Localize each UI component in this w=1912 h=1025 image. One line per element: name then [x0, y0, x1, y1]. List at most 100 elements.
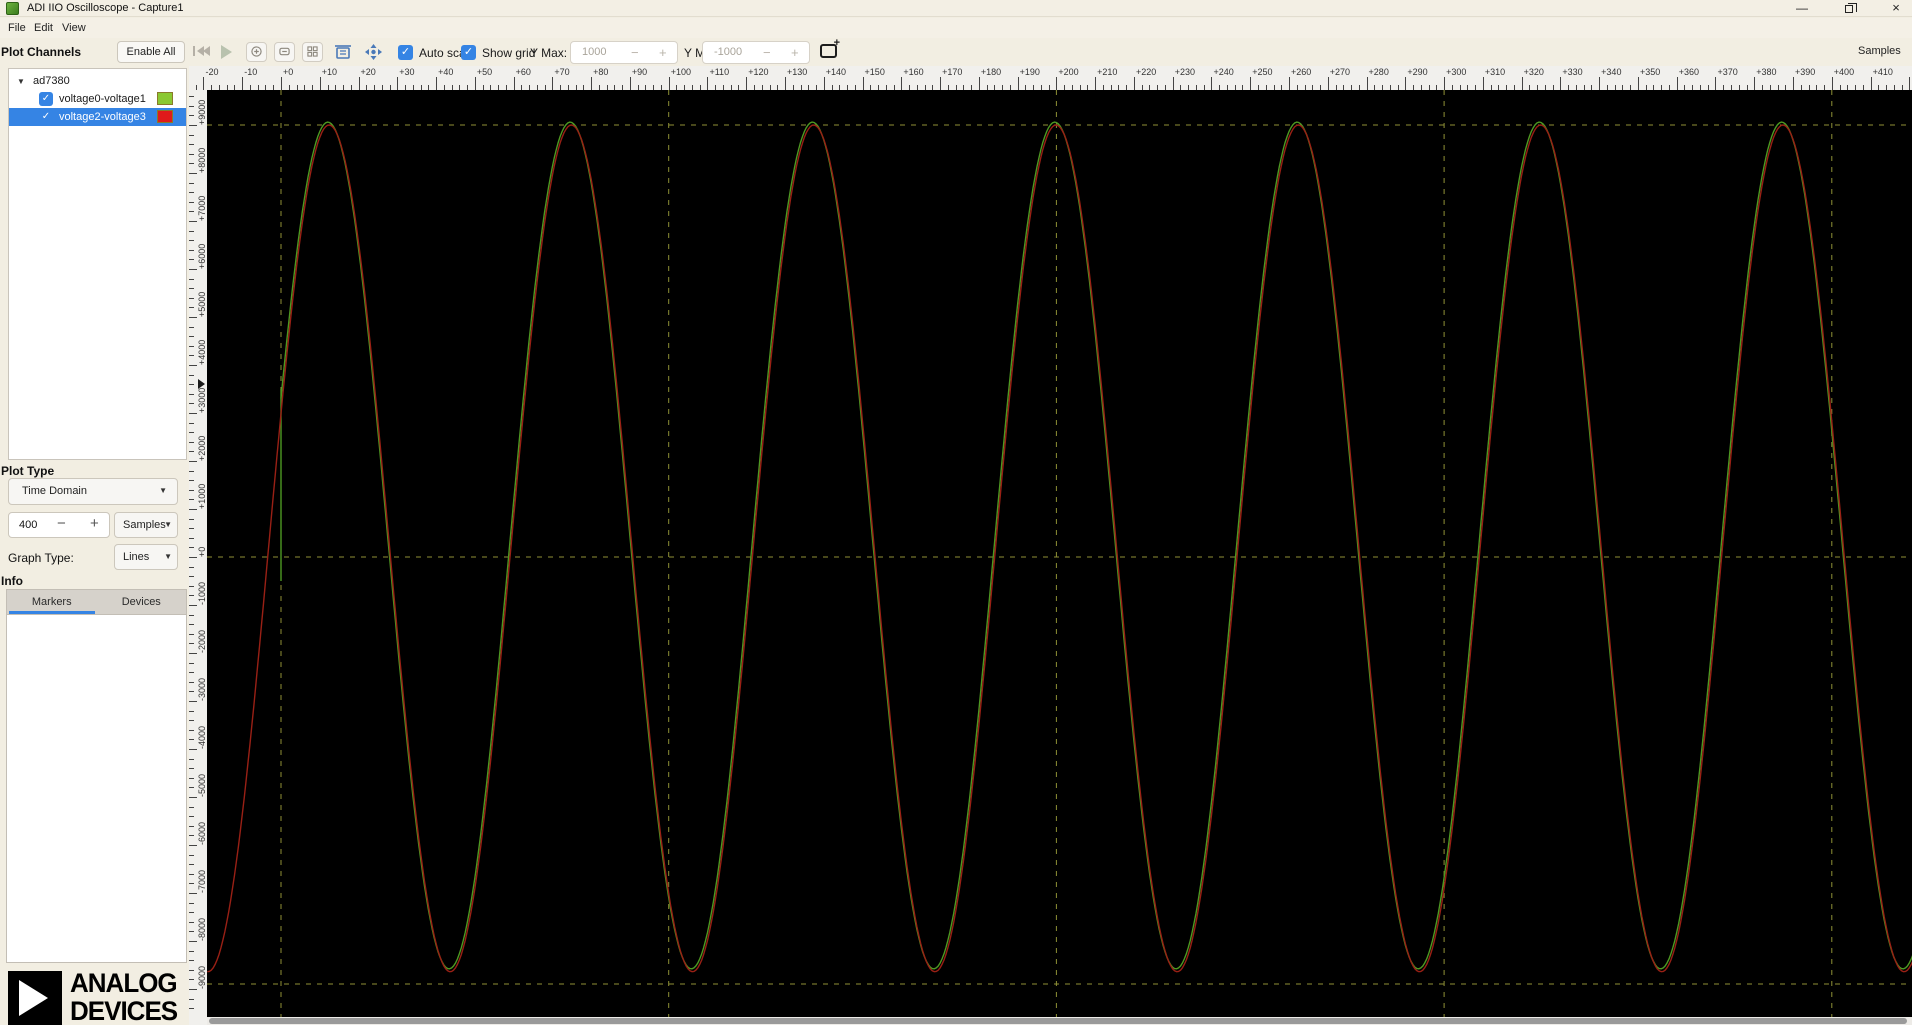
x-tick-label: +110 — [709, 67, 730, 77]
y-ruler: +9000 +8000 +7000 +6000 +5000 +4000 +3000 +2000… — [189, 90, 207, 1017]
x-tick — [1521, 77, 1523, 90]
y-tick — [189, 998, 194, 1000]
y-tick — [189, 249, 194, 251]
new-window-icon[interactable] — [820, 37, 840, 58]
y-max-input[interactable]: 1000 — [582, 46, 606, 58]
y-tick — [189, 873, 194, 875]
zoom-fit-button[interactable] — [302, 42, 323, 62]
y-tick — [189, 864, 194, 866]
x-tick-label: +300 — [1446, 67, 1467, 77]
x-ruler: -20 -10 +0 +10 +20 +30 +40 +50 +60 +70 +80 +90 +100 +… — [189, 66, 1912, 90]
y-tick — [189, 499, 194, 501]
show-grid-label: Show grid — [482, 46, 536, 60]
y-tick — [189, 797, 197, 798]
x-tick-label: +90 — [631, 67, 648, 77]
enable-all-button[interactable]: Enable All — [117, 41, 185, 63]
y-tick — [189, 729, 194, 731]
play-icon[interactable] — [221, 45, 232, 59]
channel-row-voltage0[interactable]: ✓ voltage0-voltage1 — [9, 90, 186, 108]
chevron-down-icon: ▼ — [159, 486, 167, 495]
close-button[interactable]: × — [1879, 0, 1912, 17]
capture-icon[interactable] — [192, 43, 212, 64]
y-tick — [189, 374, 194, 376]
channel0-color-swatch[interactable] — [157, 92, 173, 105]
channel2-checkbox[interactable]: ✓ — [39, 110, 53, 124]
x-tick — [862, 77, 864, 90]
y-tick — [189, 451, 194, 453]
tab-devices[interactable]: Devices — [97, 590, 187, 615]
channel2-color-swatch[interactable] — [157, 110, 173, 123]
minimize-button[interactable]: — — [1784, 0, 1818, 17]
graph-type-label: Graph Type: — [8, 551, 74, 565]
channel0-checkbox[interactable]: ✓ — [39, 92, 53, 106]
analog-devices-logo: ANALOG DEVICES — [8, 968, 188, 1025]
x-tick-label: +170 — [942, 67, 963, 77]
channel-row-voltage2[interactable]: ✓ voltage2-voltage3 — [9, 108, 186, 126]
y-tick — [189, 355, 194, 357]
y-tick-label: -8000 — [197, 917, 207, 941]
x-tick-label: +130 — [787, 67, 808, 77]
channel0-label: voltage0-voltage1 — [59, 93, 146, 105]
menu-edit[interactable]: Edit — [30, 21, 57, 35]
graph-type-dropdown[interactable]: Lines ▼ — [114, 544, 178, 570]
y-tick — [189, 787, 194, 789]
x-tick-label: +290 — [1407, 67, 1428, 77]
snapshot-icon[interactable] — [334, 43, 352, 65]
restore-button[interactable] — [1832, 0, 1866, 17]
x-tick — [474, 77, 476, 90]
y-tick — [189, 470, 194, 472]
show-grid-checkbox[interactable]: ✓ — [461, 45, 476, 60]
y-tick — [189, 749, 197, 750]
menu-file[interactable]: File — [4, 21, 30, 35]
y-tick — [189, 557, 197, 558]
x-tick — [242, 77, 244, 90]
waveform-canvas[interactable] — [207, 90, 1912, 1017]
x-tick — [785, 77, 786, 90]
x-tick — [1095, 77, 1097, 90]
y-min-input[interactable]: -1000 — [714, 46, 742, 58]
y-min-minus-button[interactable]: − — [763, 45, 771, 60]
y-max-minus-button[interactable]: − — [631, 45, 639, 60]
y-min-plus-button[interactable]: + — [791, 45, 799, 60]
y-tick-label: +7000 — [197, 195, 207, 221]
x-tick — [1715, 77, 1717, 90]
sample-unit-dropdown[interactable]: Samples ▼ — [114, 512, 178, 538]
x-tick-label: +140 — [825, 67, 847, 77]
pan-icon[interactable] — [364, 43, 383, 66]
y-tick — [189, 403, 194, 405]
x-tick-label: +380 — [1756, 67, 1777, 77]
y-tick — [189, 278, 194, 280]
y-tick — [189, 624, 194, 626]
auto-scale-checkbox[interactable]: ✓ — [398, 45, 413, 60]
y-tick-label: -5000 — [197, 773, 207, 797]
y-max-entry-group: 1000 − + — [570, 41, 678, 64]
x-tick — [1289, 77, 1291, 90]
zoom-in-button[interactable] — [246, 42, 267, 62]
zoom-out-button[interactable] — [274, 42, 295, 62]
y-tick — [189, 307, 194, 309]
info-label: Info — [1, 574, 23, 588]
expander-icon[interactable]: ▼ — [17, 77, 25, 86]
x-tick — [1754, 77, 1756, 90]
y-tick — [189, 576, 194, 578]
device-row[interactable]: ▼ ad7380 — [9, 72, 186, 90]
x-tick-label: +260 — [1291, 67, 1312, 77]
y-tick — [189, 921, 194, 923]
y-tick — [189, 393, 194, 395]
sample-count-input[interactable]: 400 — [19, 519, 37, 531]
y-tick — [189, 422, 194, 424]
y-tick — [189, 221, 197, 222]
y-max-plus-button[interactable]: + — [659, 45, 667, 60]
y-tick-label: +3000 — [197, 387, 207, 413]
x-tick-label: +280 — [1368, 67, 1389, 77]
plot-type-dropdown[interactable]: Time Domain ▼ — [8, 478, 178, 505]
y-tick — [189, 720, 194, 722]
scrollbar-thumb[interactable] — [209, 1018, 1907, 1024]
sample-count-plus-button[interactable]: + — [90, 515, 99, 532]
y-tick — [189, 509, 197, 510]
menu-view[interactable]: View — [58, 21, 90, 35]
adi-triangle-icon — [8, 971, 62, 1025]
x-tick — [629, 77, 631, 90]
sample-count-minus-button[interactable]: − — [57, 515, 66, 532]
x-tick-label: +150 — [864, 67, 885, 77]
